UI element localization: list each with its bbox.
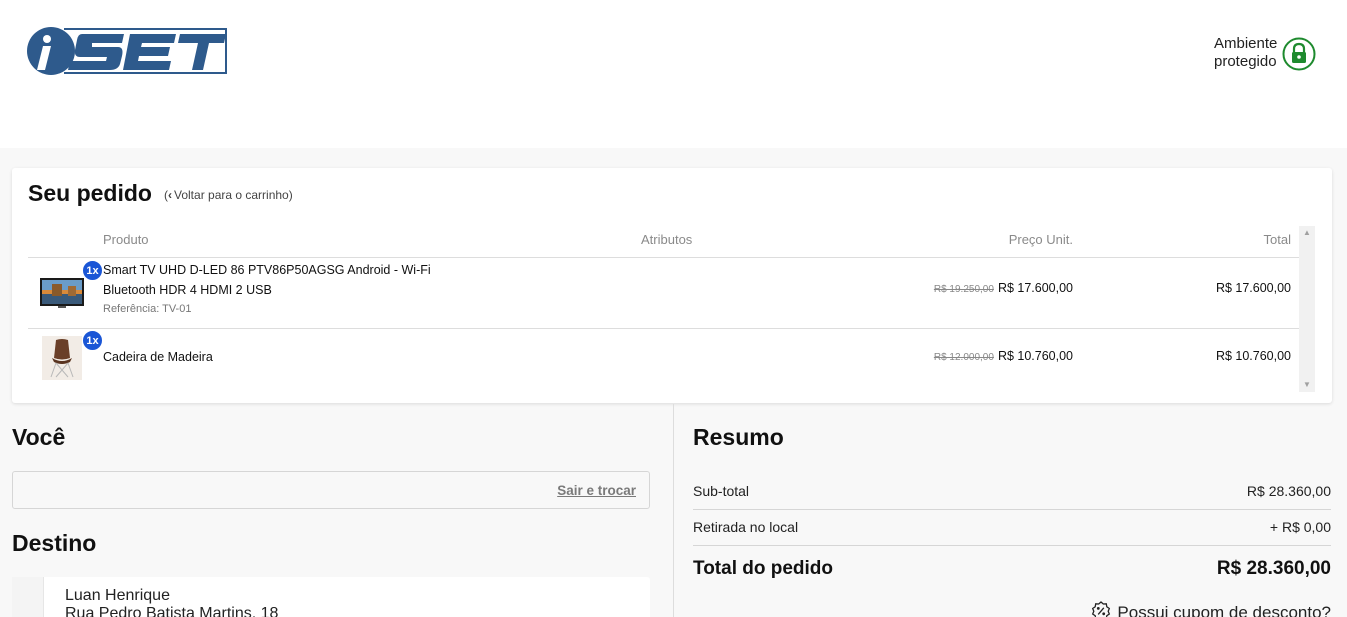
page-header: Ambiente protegido [0, 0, 1347, 148]
address-street: Rua Pedro Batista Martins, 18 [65, 605, 279, 617]
coupon-link[interactable]: Possui cupom de desconto? [1091, 601, 1331, 617]
product-name[interactable]: Cadeira de Madeira [103, 347, 463, 367]
order-total-label: Total do pedido [693, 558, 834, 579]
destination-section-title: Destino [12, 530, 97, 556]
customer-box: Sair e trocar [12, 471, 650, 509]
table-row: 1x Smart TV UHD D-LED 86 PTV86P50AGSG An… [28, 258, 1299, 328]
unit-price: R$ 12.000,00 R$ 10.760,00 [934, 349, 1073, 363]
old-price: R$ 19.250,00 [933, 284, 994, 295]
summary-subtotal-row: Sub-total R$ 28.360,00 [693, 483, 1331, 499]
address-card[interactable]: Luan Henrique Rua Pedro Batista Martins,… [12, 577, 650, 617]
table-row: 1x Cadeira de Madeira R$ 12.000,00 R$ 10.… [28, 328, 1299, 392]
secure-line-1: Ambiente [1214, 35, 1278, 52]
chair-product-image [42, 336, 82, 380]
coupon-label: Possui cupom de desconto? [1117, 603, 1331, 617]
secure-line-2: protegido [1214, 53, 1277, 70]
logout-switch-link[interactable]: Sair e trocar [557, 483, 636, 498]
current-price: R$ 17.600,00 [997, 281, 1073, 295]
order-items-table: Produto Atributos Preço Unit. Total 1x S… [28, 226, 1299, 392]
summary-total-row: Total do pedido R$ 28.360,00 [693, 558, 1331, 580]
row-total: R$ 17.600,00 [1215, 281, 1291, 295]
product-name-line-1: Cadeira de Madeira [103, 350, 213, 364]
column-header-attributes: Atributos [641, 232, 693, 247]
order-title: Seu pedido [28, 180, 152, 206]
back-to-cart-label: Voltar para o carrinho [174, 188, 289, 202]
column-header-product: Produto [103, 232, 149, 247]
summary-section-title: Resumo [693, 424, 784, 450]
discount-percent-icon [1092, 601, 1111, 617]
lock-icon [1282, 37, 1316, 71]
product-name[interactable]: Smart TV UHD D-LED 86 PTV86P50AGSG Andro… [103, 260, 463, 300]
table-scrollbar[interactable]: ▲ ▼ [1299, 226, 1315, 392]
current-price: R$ 10.760,00 [997, 349, 1073, 363]
subtotal-label: Sub-total [693, 483, 750, 499]
summary-pickup-row: Retirada no local + R$ 0,00 [693, 519, 1331, 535]
row-total: R$ 10.760,00 [1215, 349, 1291, 363]
quantity-badge: 1x [82, 330, 103, 351]
pickup-value: + R$ 0,00 [1269, 519, 1331, 535]
summary-divider [693, 509, 1331, 510]
iset-logo[interactable] [26, 26, 228, 76]
order-card: Seu pedido (‹ Voltar para o carrinho) Pro… [12, 168, 1332, 403]
product-name-line-1: Smart TV UHD D-LED 86 PTV86P50AGSG Andro… [103, 263, 431, 277]
column-header-unit-price: Preço Unit. [1008, 232, 1073, 247]
back-to-cart-link[interactable]: (‹ Voltar para o carrinho) [164, 188, 293, 202]
address-selector-strip[interactable] [12, 577, 44, 617]
product-reference: Referência: TV-01 [103, 303, 192, 315]
pickup-label: Retirada no local [693, 519, 799, 535]
summary-divider [693, 545, 1331, 546]
address-recipient-name: Luan Henrique [65, 587, 170, 604]
tv-product-image [40, 278, 84, 308]
old-price: R$ 12.000,00 [933, 352, 994, 363]
chevron-left-icon: ‹ [168, 188, 172, 202]
order-total-value: R$ 28.360,00 [1216, 558, 1331, 579]
scroll-down-arrow-icon[interactable]: ▼ [1299, 378, 1315, 392]
secure-environment-label: Ambiente protegido [1214, 35, 1277, 71]
you-section-title: Você [12, 424, 66, 450]
column-divider [673, 404, 674, 617]
quantity-badge: 1x [82, 260, 103, 281]
product-name-line-2: Bluetooth HDR 4 HDMI 2 USB [103, 283, 272, 297]
subtotal-value: R$ 28.360,00 [1246, 483, 1331, 499]
scroll-up-arrow-icon[interactable]: ▲ [1299, 226, 1315, 240]
column-header-total: Total [1263, 232, 1291, 247]
unit-price: R$ 19.250,00 R$ 17.600,00 [934, 281, 1073, 295]
